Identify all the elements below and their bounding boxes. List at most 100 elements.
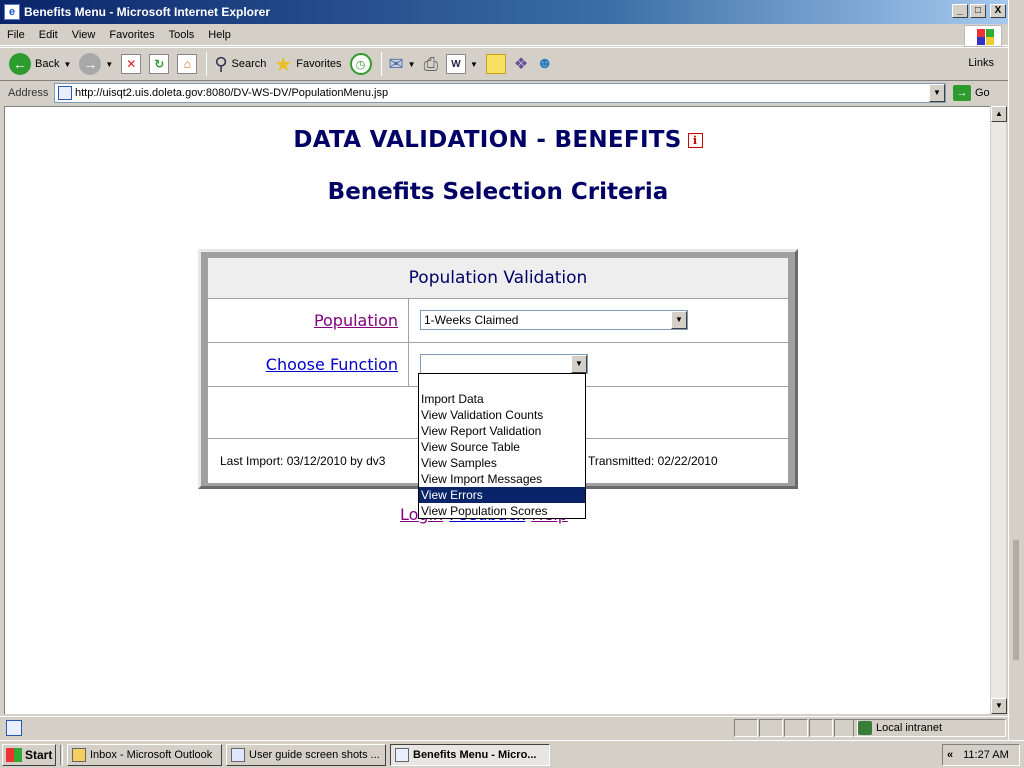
task-ie[interactable]: Benefits Menu - Micro...: [390, 743, 550, 766]
page-viewport: DATA VALIDATION - BENEFITS i Benefits Sel…: [4, 106, 990, 714]
status-pane: [784, 719, 808, 737]
zone-label: Local intranet: [876, 722, 943, 734]
task-word[interactable]: User guide screen shots ...: [226, 743, 386, 766]
printer-icon: ⎙: [423, 53, 438, 74]
print-button[interactable]: ⎙: [421, 50, 441, 78]
function-option[interactable]: View Source Table: [419, 439, 585, 455]
function-select[interactable]: ▼: [420, 354, 588, 374]
chevron-down-icon[interactable]: ▼: [470, 60, 478, 69]
go-arrow-icon: →: [953, 85, 971, 101]
last-import-text: Last Import: 03/12/2010 by dv3: [220, 454, 386, 468]
toolbar-separator: [206, 52, 208, 76]
close-button[interactable]: X: [990, 4, 1006, 18]
security-zone[interactable]: Local intranet: [853, 719, 1006, 737]
window-controls: _ □ X: [952, 4, 1006, 18]
edit-button[interactable]: W ▼: [443, 50, 481, 78]
menu-file[interactable]: File: [0, 29, 32, 41]
search-label: Search: [231, 58, 267, 70]
chevron-down-icon[interactable]: ▼: [63, 60, 71, 69]
page-heading: DATA VALIDATION - BENEFITS i: [5, 127, 991, 153]
home-button[interactable]: ⌂: [174, 50, 200, 78]
scroll-up-icon[interactable]: ▲: [991, 106, 1007, 122]
stop-button[interactable]: ✕: [118, 50, 144, 78]
address-input[interactable]: http://uisqt2.uis.doleta.gov:8080/DV-WS-…: [54, 83, 946, 103]
function-option-highlighted[interactable]: View Errors: [419, 487, 585, 503]
taskbar: Start Inbox - Microsoft Outlook User gui…: [0, 740, 1024, 768]
menu-bar: File Edit View Favorites Tools Help: [0, 24, 1010, 47]
mail-icon: ✉: [388, 53, 404, 74]
address-bar: Address http://uisqt2.uis.doleta.gov:808…: [0, 82, 1010, 104]
function-option[interactable]: Import Data: [419, 391, 585, 407]
population-link[interactable]: Population: [314, 311, 398, 330]
chevron-down-icon[interactable]: ▼: [105, 60, 113, 69]
history-button[interactable]: ◷: [347, 50, 375, 78]
messenger-button[interactable]: ☻: [533, 50, 556, 78]
home-icon: ⌂: [177, 54, 198, 74]
outer-scrollbar[interactable]: [1008, 0, 1024, 740]
word-doc-icon: [231, 747, 245, 762]
toolbar: ← Back ▼ → ▼ ✕ ↻ ⌂ ⚲ Search ★ Favorites …: [0, 47, 1010, 81]
start-button[interactable]: Start: [2, 743, 56, 766]
address-url: http://uisqt2.uis.doleta.gov:8080/DV-WS-…: [75, 87, 389, 99]
info-icon[interactable]: i: [687, 133, 703, 148]
choose-function-link[interactable]: Choose Function: [266, 355, 398, 374]
vertical-scrollbar[interactable]: ▲ ▼: [990, 106, 1007, 714]
page-icon: [58, 86, 72, 100]
task-label: Benefits Menu - Micro...: [413, 748, 537, 761]
mail-button[interactable]: ✉ ▼: [386, 50, 419, 78]
notes-button[interactable]: [483, 50, 509, 78]
population-select[interactable]: 1-Weeks Claimed ▼: [420, 310, 688, 330]
chevron-down-icon[interactable]: ▼: [408, 60, 416, 69]
clock: 11:27 AM: [963, 749, 1009, 761]
outlook-icon: [72, 747, 86, 762]
forward-arrow-icon: →: [79, 53, 102, 75]
toolbar-separator: [380, 52, 382, 76]
forward-button[interactable]: → ▼: [76, 50, 116, 78]
history-icon: ◷: [349, 53, 372, 75]
research-icon: ❖: [513, 56, 529, 73]
function-option[interactable]: View Validation Counts: [419, 407, 585, 423]
minimize-button[interactable]: _: [952, 4, 968, 18]
population-value-cell: 1-Weeks Claimed ▼: [410, 299, 788, 342]
task-outlook[interactable]: Inbox - Microsoft Outlook: [67, 743, 222, 766]
go-label: Go: [975, 87, 990, 99]
tray-expand-icon[interactable]: «: [947, 749, 953, 761]
function-option[interactable]: View Population Scores: [419, 503, 585, 519]
note-icon: [485, 54, 506, 74]
menu-edit[interactable]: Edit: [32, 29, 65, 41]
star-icon: ★: [274, 53, 293, 76]
back-button[interactable]: ← Back ▼: [6, 50, 74, 78]
chevron-down-icon[interactable]: ▼: [929, 84, 945, 102]
ie-icon: e: [4, 4, 20, 20]
menu-favorites[interactable]: Favorites: [102, 29, 161, 41]
task-label: User guide screen shots ...: [249, 748, 380, 761]
scroll-thumb[interactable]: [1013, 540, 1019, 660]
go-button[interactable]: → Go: [953, 85, 990, 101]
function-option[interactable]: View Import Messages: [419, 471, 585, 487]
windows-logo-icon: [964, 25, 1002, 47]
windows-flag-icon: [6, 747, 22, 762]
menu-tools[interactable]: Tools: [162, 29, 202, 41]
maximize-button[interactable]: □: [970, 4, 986, 18]
function-dropdown-list: Import Data View Validation Counts View …: [418, 373, 586, 519]
address-label: Address: [8, 87, 49, 99]
chevron-down-icon[interactable]: ▼: [671, 311, 687, 329]
chevron-down-icon[interactable]: ▼: [571, 355, 587, 373]
links-label[interactable]: Links: [968, 57, 994, 69]
function-option[interactable]: View Report Validation: [419, 423, 585, 439]
search-button[interactable]: ⚲ Search: [211, 50, 269, 78]
refresh-button[interactable]: ↻: [146, 50, 172, 78]
page-heading-text: DATA VALIDATION - BENEFITS: [293, 127, 682, 153]
refresh-icon: ↻: [149, 54, 170, 74]
system-tray: « 11:27 AM: [942, 744, 1020, 766]
menu-help[interactable]: Help: [201, 29, 238, 41]
favorites-button[interactable]: ★ Favorites: [271, 50, 344, 78]
window-titlebar[interactable]: e Benefits Menu - Microsoft Internet Exp…: [0, 0, 1010, 24]
menu-view[interactable]: View: [65, 29, 103, 41]
research-button[interactable]: ❖: [511, 50, 531, 78]
scroll-down-icon[interactable]: ▼: [991, 698, 1007, 714]
function-option[interactable]: View Samples: [419, 455, 585, 471]
page-status-icon: [6, 720, 22, 736]
population-label-cell: Population: [208, 299, 409, 342]
back-arrow-icon: ←: [9, 53, 31, 75]
